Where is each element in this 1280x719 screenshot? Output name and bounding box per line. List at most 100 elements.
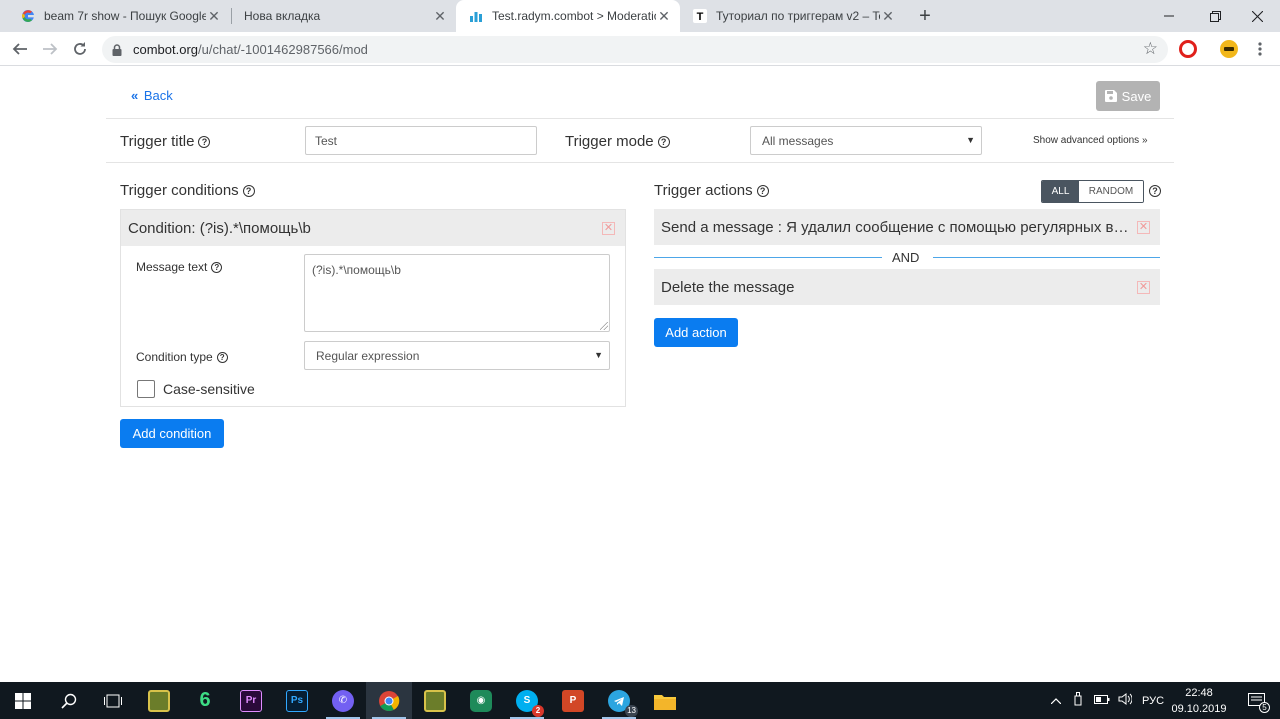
resize-handle-icon[interactable] [600, 322, 608, 330]
tab-new-tab[interactable]: Нова вкладка ✕ [232, 0, 456, 32]
tab-title: Test.radym.combot > Moderation [492, 9, 656, 23]
case-sensitive-label[interactable]: Case-sensitive [163, 381, 255, 397]
add-condition-button[interactable]: Add condition [120, 419, 224, 448]
skype-badge: 2 [532, 704, 544, 717]
back-arrow-icon[interactable] [8, 37, 32, 61]
remove-action-icon[interactable]: ✕ [1137, 221, 1150, 234]
volume-icon[interactable] [1118, 693, 1133, 708]
close-tab-icon[interactable]: ✕ [656, 8, 672, 24]
tab-google-search[interactable]: beam 7r show - Пошук Google ✕ [8, 0, 230, 32]
save-label: Save [1121, 88, 1152, 104]
file-explorer-icon[interactable] [642, 682, 688, 719]
close-tab-icon[interactable]: ✕ [206, 8, 222, 24]
trigger-mode-select[interactable]: All messages ▼ [750, 126, 982, 155]
lock-icon [112, 43, 122, 61]
browser-tab-bar: beam 7r show - Пошук Google ✕ Нова вклад… [0, 0, 1280, 32]
action-text: Delete the message [661, 279, 795, 296]
remove-condition-icon[interactable]: ✕ [602, 222, 615, 235]
action-item-send-message[interactable]: Send a message : Я удалил сообщение с по… [654, 209, 1160, 245]
mode-all-button[interactable]: ALL [1042, 181, 1079, 202]
case-sensitive-checkbox[interactable] [137, 380, 155, 398]
remove-action-icon[interactable]: ✕ [1137, 281, 1150, 294]
windows-start-icon[interactable] [0, 682, 46, 719]
mode-random-button[interactable]: RANDOM [1079, 181, 1143, 202]
address-bar[interactable]: combot.org/u/chat/-1001462987566/mod ☆ [102, 36, 1168, 63]
app-six-icon[interactable]: 6 [182, 682, 228, 719]
telegram-icon[interactable]: 13 [596, 682, 642, 719]
task-view-icon[interactable] [90, 682, 136, 719]
save-button[interactable]: Save [1096, 81, 1160, 111]
browser-toolbar: combot.org/u/chat/-1001462987566/mod ☆ [0, 32, 1280, 66]
page-content: « Back Save Trigger title? Test Trigger … [0, 67, 1280, 682]
trigger-mode-value: All messages [762, 134, 834, 148]
condition-type-select[interactable]: Regular expression ▼ [304, 341, 610, 370]
url-text: combot.org/u/chat/-1001462987566/mod [133, 42, 368, 57]
usb-icon[interactable] [1074, 692, 1086, 709]
trigger-mode-text: Trigger mode [565, 133, 654, 150]
powerpoint-icon[interactable]: P [550, 682, 596, 719]
input-language[interactable]: РУС [1142, 695, 1164, 707]
help-icon[interactable]: ? [1149, 185, 1161, 197]
new-tab-plus-icon[interactable]: + [914, 5, 936, 27]
tab-title: Нова вкладка [244, 9, 321, 23]
app-monitor-icon[interactable] [136, 682, 182, 719]
trigger-mode-label: Trigger mode? [565, 133, 670, 150]
help-icon[interactable]: ? [216, 352, 228, 363]
caret-down-icon: ▼ [594, 350, 603, 360]
battery-icon[interactable] [1094, 694, 1110, 707]
condition-header[interactable]: Condition: (?is).*\помощь\b [121, 210, 625, 246]
forward-arrow-icon[interactable] [38, 37, 62, 61]
vpn-extension-icon[interactable] [1220, 40, 1238, 58]
help-icon[interactable]: ? [211, 262, 223, 273]
notifications-count: 5 [1259, 702, 1270, 713]
chrome-menu-icon[interactable] [1248, 37, 1272, 61]
help-icon[interactable]: ? [756, 185, 769, 197]
condition-panel: Condition: (?is).*\помощь\b ✕ Message te… [120, 209, 626, 407]
url-host: combot.org [133, 42, 199, 57]
and-separator-text: AND [892, 250, 920, 265]
search-icon[interactable] [46, 682, 92, 719]
message-text-textarea[interactable]: (?is).*\помощь\b [304, 254, 610, 332]
back-link[interactable]: « Back [131, 88, 175, 103]
photoshop-icon[interactable]: Ps [274, 682, 320, 719]
add-action-button[interactable]: Add action [654, 318, 738, 347]
help-icon[interactable]: ? [198, 136, 211, 148]
app-gamepad-icon[interactable]: ◉ [458, 682, 504, 719]
opera-extension-icon[interactable] [1179, 40, 1197, 58]
skype-icon[interactable]: S 2 [504, 682, 550, 719]
caret-down-icon: ▼ [966, 135, 975, 145]
help-icon[interactable]: ? [657, 136, 670, 148]
conditions-heading-text: Trigger conditions [120, 182, 239, 199]
restore-icon[interactable] [1192, 0, 1238, 32]
tab-telegraph-tutorial[interactable]: T Туториал по триггерам v2 – Tele ✕ [680, 0, 904, 32]
action-text: Send a message : Я удалил сообщение с по… [661, 219, 1135, 236]
bookmark-star-icon[interactable]: ☆ [1143, 39, 1158, 59]
condition-type-label: Condition type? [136, 350, 228, 364]
taskbar-clock[interactable]: 22:48 09.10.2019 [1168, 685, 1230, 717]
reload-icon[interactable] [68, 37, 92, 61]
trigger-title-input[interactable]: Test [305, 126, 537, 155]
trigger-title-text: Trigger title [120, 133, 195, 150]
minimize-icon[interactable] [1146, 0, 1192, 32]
telegraph-icon: T [692, 8, 708, 24]
condition-type-label-text: Condition type [136, 350, 213, 364]
premiere-pro-icon[interactable]: Pr [228, 682, 274, 719]
viber-icon[interactable]: ✆ [320, 682, 366, 719]
message-text-label-text: Message text [136, 260, 208, 274]
action-item-delete-message[interactable]: Delete the message [654, 269, 1160, 305]
close-tab-icon[interactable]: ✕ [432, 8, 448, 24]
chevron-up-icon[interactable] [1048, 695, 1064, 707]
telegram-badge: 13 [625, 704, 638, 717]
back-label: Back [143, 88, 173, 103]
close-tab-icon[interactable]: ✕ [880, 8, 896, 24]
floppy-disk-icon [1104, 90, 1117, 102]
app-monitor-2-icon[interactable] [412, 682, 458, 719]
help-icon[interactable]: ? [242, 185, 255, 197]
close-window-icon[interactable] [1234, 0, 1280, 32]
chrome-icon[interactable] [366, 682, 412, 719]
show-advanced-options-link[interactable]: Show advanced options » [1033, 135, 1148, 146]
notifications-icon[interactable]: 5 [1234, 682, 1280, 719]
tab-combot-moderation[interactable]: Test.radym.combot > Moderation ✕ [456, 0, 680, 32]
windows-taskbar: 6 Pr Ps ✆ ◉ S 2 P 13 РУС 22:48 09.10.201… [0, 682, 1280, 719]
tab-title: beam 7r show - Пошук Google [44, 9, 206, 23]
